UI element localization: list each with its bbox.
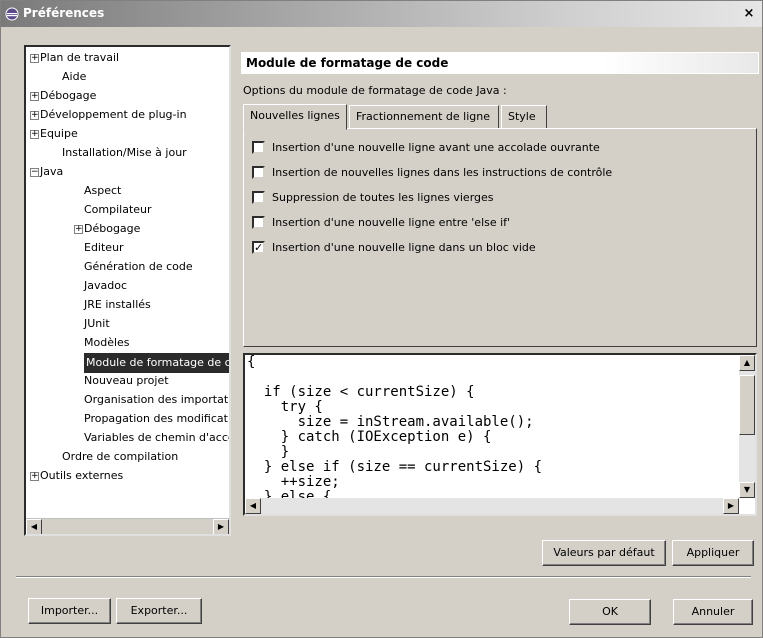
tab-nouvelles-lignes[interactable]: Nouvelles lignes [243, 104, 347, 130]
checkbox[interactable] [252, 166, 265, 179]
code-preview[interactable]: { if (size < currentSize) { try { size =… [243, 353, 757, 516]
scroll-right-icon[interactable]: ▶ [213, 519, 229, 534]
tab-style[interactable]: Style [501, 105, 547, 129]
tree-item-label: Variables de chemin d'accè [84, 431, 231, 444]
preferences-tree[interactable]: + Outils externes Ordre de compilation Vari… [24, 45, 231, 536]
scroll-thumb[interactable] [739, 375, 755, 435]
newlines-tab-pane: Insertion d'une nouvelle ligne avant une… [243, 128, 757, 347]
preferences-dialog: Préférences × + Outils externes Ordre de c… [0, 0, 763, 638]
expand-icon[interactable]: + [30, 130, 39, 139]
checkbox[interactable] [252, 216, 265, 229]
eclipse-icon [5, 7, 19, 21]
tree-item-label: Aide [62, 70, 87, 83]
tree-item-label: JUnit [84, 317, 110, 330]
tab-fractionnement-de-ligne[interactable]: Fractionnement de ligne [349, 105, 499, 129]
checkbox[interactable] [252, 141, 265, 154]
expand-icon[interactable]: + [30, 472, 39, 481]
tree-item-label: Ordre de compilation [62, 450, 179, 463]
tree-item-label: Installation/Mise à jour [62, 146, 187, 159]
tree-item-label: Module de formatage de c [84, 353, 229, 373]
preview-vertical-scrollbar[interactable]: ▲ ▼ [739, 355, 755, 498]
tree-item-label: Outils externes [40, 469, 124, 482]
expand-icon[interactable]: + [74, 225, 83, 234]
scroll-up-icon[interactable]: ▲ [739, 355, 755, 371]
close-icon[interactable]: × [742, 7, 756, 21]
checkbox[interactable]: ✓ [252, 241, 265, 254]
tree-item-label: Débogage [40, 89, 97, 102]
tree-item-label: Modèles [84, 336, 130, 349]
tree-item-label: Java [40, 165, 64, 178]
tree-item-label: Organisation des importati [84, 393, 231, 406]
scroll-down-icon[interactable]: ▼ [739, 482, 755, 498]
ok-button[interactable]: OK [569, 599, 651, 625]
window-title: Préférences [23, 6, 105, 20]
restore-defaults-button[interactable]: Valeurs par défaut [542, 540, 666, 566]
tree-item-label: Développement de plug-in [40, 108, 187, 121]
title-bar: Préférences × [1, 1, 762, 27]
tree-item-label: JRE installés [84, 298, 151, 311]
panel-title: Module de formatage de code [246, 56, 449, 70]
panel-header: Module de formatage de code [241, 52, 759, 74]
scroll-right-icon[interactable]: ▶ [723, 498, 739, 514]
tree-item-label: Editeur [84, 241, 124, 254]
tree-item-label: Nouveau projet [84, 374, 169, 387]
preview-horizontal-scrollbar[interactable]: ◀ ▶ [245, 498, 739, 514]
tree-item-label: Compilateur [84, 203, 152, 216]
import-button[interactable]: Importer... [28, 598, 111, 624]
tree-item-label: Génération de code [84, 260, 193, 273]
tree-item-label: Equipe [40, 127, 78, 140]
preview-code: { if (size < currentSize) { try { size =… [247, 354, 543, 505]
tree-item-label: Débogage [84, 222, 141, 235]
expand-icon[interactable]: + [30, 54, 39, 63]
apply-button[interactable]: Appliquer [672, 540, 754, 566]
separator [16, 576, 751, 578]
tree-item-label: Javadoc [84, 279, 127, 292]
cancel-button[interactable]: Annuler [673, 599, 753, 625]
collapse-icon[interactable]: − [30, 168, 39, 177]
scroll-left-icon[interactable]: ◀ [26, 519, 42, 534]
checkbox[interactable] [252, 191, 265, 204]
scroll-left-icon[interactable]: ◀ [245, 498, 261, 514]
expand-icon[interactable]: + [30, 111, 39, 120]
tree-item-label: Propagation des modificati [84, 412, 231, 425]
tree-item-label: Aspect [84, 184, 122, 197]
export-button[interactable]: Exporter... [116, 598, 202, 624]
expand-icon[interactable]: + [30, 92, 39, 101]
options-label: Options du module de formatage de code J… [243, 84, 507, 97]
tree-horizontal-scrollbar[interactable]: ◀ ▶ [26, 518, 229, 534]
tree-item-label: Plan de travail [40, 51, 120, 64]
